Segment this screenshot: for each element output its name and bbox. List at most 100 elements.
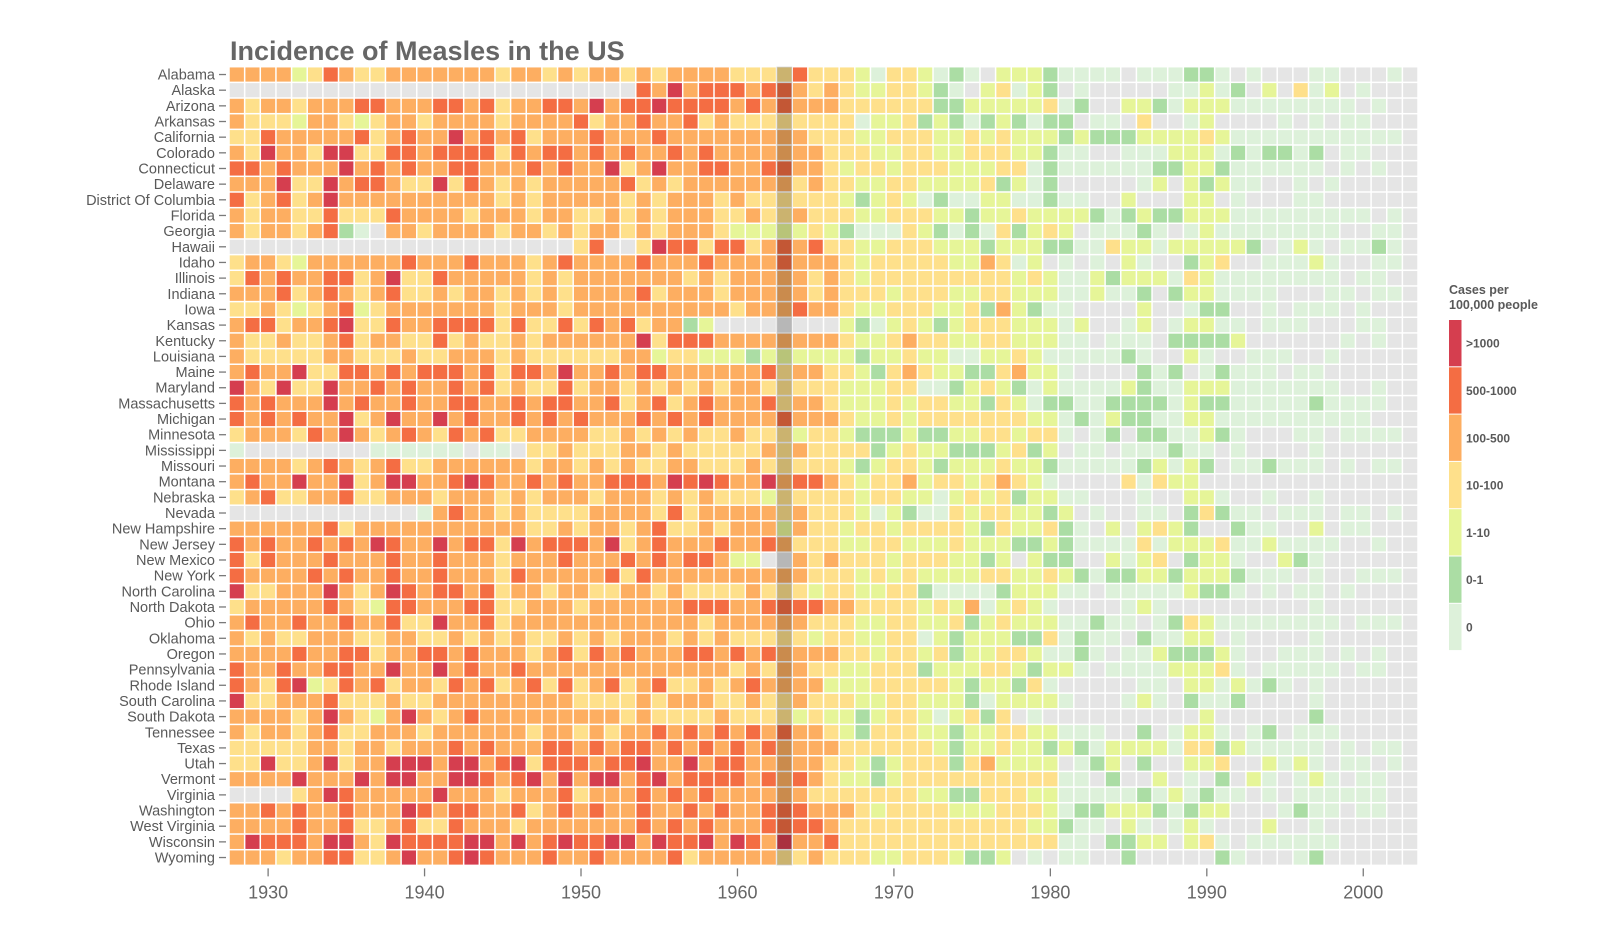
cell-connecticut-1946 [511,161,526,176]
cell-west-virginia-1940 [417,819,432,834]
cell-arizona-1960 [730,98,745,113]
cell-maryland-1974 [949,380,964,395]
cell-idaho-1974 [949,255,964,270]
cell-new-york-1930 [261,568,276,583]
cell-west-virginia-1972 [918,819,933,834]
cell-nebraska-1945 [495,490,510,505]
cell-nebraska-1932 [292,490,307,505]
cell-vermont-1968 [855,772,870,787]
cell-alaska-1979 [1027,83,1042,98]
cell-kentucky-1983 [1090,333,1105,348]
state-label-michigan: Michigan [157,412,215,428]
cell-oklahoma-1993 [1246,631,1261,646]
cell-nebraska-1972 [918,490,933,505]
cell-indiana-1992 [1231,286,1246,301]
cell-maine-1949 [558,364,573,380]
cell-arizona-1995 [1277,98,1293,113]
cell-district-of-columbia-1993 [1246,192,1261,207]
cell-colorado-1974 [949,145,964,160]
cell-alabama-1985 [1121,67,1136,82]
cell-ohio-1978 [1012,615,1027,630]
cell-louisiana-1995 [1277,349,1293,364]
cell-virginia-1949 [558,787,573,802]
cell-maryland-1978 [1012,380,1027,395]
cell-new-york-1950 [573,568,589,583]
cell-massachusetts-1987 [1152,396,1167,411]
cell-virginia-1943 [464,787,479,802]
cell-kentucky-1929 [245,333,260,348]
cell-kansas-1959 [714,318,729,333]
cell-wisconsin-1990 [1199,834,1214,849]
cell-montana-1968 [855,474,870,489]
cell-new-jersey-1962 [761,537,776,552]
cell-colorado-1971 [902,145,917,160]
cell-louisiana-1990 [1199,349,1214,364]
cell-rhode-island-1930 [261,678,276,693]
cell-vermont-1985 [1121,772,1136,787]
cell-mississippi-1998 [1324,443,1340,458]
cell-connecticut-2003 [1403,161,1418,176]
cell-utah-2002 [1387,756,1402,771]
cell-indiana-1938 [386,286,401,301]
cell-maine-1973 [933,364,948,380]
state-label-alaska: Alaska [171,83,215,99]
cell-new-jersey-2001 [1371,537,1386,552]
cell-vermont-1974 [949,772,964,787]
cell-nevada-1970 [886,505,901,521]
cell-south-carolina-1976 [980,693,995,709]
cell-utah-1983 [1090,756,1105,771]
cell-nevada-1945 [495,505,510,521]
cell-indiana-1948 [542,286,557,301]
cell-new-mexico-1978 [1012,552,1027,568]
cell-texas-1956 [667,740,682,755]
cell-oregon-1940 [417,646,432,662]
cell-missouri-1958 [699,458,714,474]
cell-alabama-1984 [1105,67,1121,82]
cell-new-york-1935 [339,568,354,583]
cell-iowa-1955 [652,302,667,317]
cell-north-carolina-1965 [808,584,823,599]
cell-utah-1949 [558,756,573,771]
cell-florida-1987 [1152,208,1167,223]
cell-idaho-1962 [761,255,776,270]
cell-colorado-1948 [542,145,557,160]
cell-wyoming-1973 [933,850,948,865]
cell-kansas-2000 [1356,318,1371,333]
cell-wisconsin-1997 [1309,834,1324,849]
cell-pennsylvania-1976 [980,662,995,677]
cell-nevada-1987 [1152,505,1167,521]
cell-massachusetts-1985 [1121,396,1136,411]
cell-colorado-2000 [1356,145,1371,160]
cell-south-carolina-1967 [839,693,855,709]
cell-idaho-1928 [229,255,244,270]
cell-virginia-1932 [292,787,307,802]
cell-nebraska-1994 [1262,490,1277,505]
cell-rhode-island-1967 [839,678,855,693]
cell-colorado-1989 [1184,145,1199,160]
cell-louisiana-1966 [824,349,839,364]
cell-missouri-1940 [417,458,432,474]
cell-rhode-island-1932 [292,678,307,693]
cell-maine-1965 [808,364,823,380]
cell-pennsylvania-1990 [1199,662,1214,677]
cell-rhode-island-1965 [808,678,823,693]
cell-new-hampshire-1992 [1231,521,1246,536]
cell-north-dakota-1951 [589,599,604,615]
cell-new-york-1993 [1246,568,1261,583]
cell-delaware-1998 [1324,177,1340,192]
cell-pennsylvania-2003 [1403,662,1418,677]
cell-mississippi-1983 [1090,443,1105,458]
cell-iowa-1932 [292,302,307,317]
cell-indiana-1964 [792,286,808,301]
cell-vermont-1986 [1137,772,1152,787]
cell-virginia-1978 [1012,787,1027,802]
cell-rhode-island-2000 [1356,678,1371,693]
cell-michigan-1944 [480,411,495,427]
cell-arkansas-1987 [1152,114,1167,129]
cell-south-dakota-1952 [605,709,620,724]
state-label-louisiana: Louisiana [153,349,216,365]
cell-texas-1941 [433,740,448,755]
cell-kentucky-1976 [980,333,995,348]
cell-minnesota-1959 [714,427,729,442]
cell-nebraska-1967 [839,490,855,505]
